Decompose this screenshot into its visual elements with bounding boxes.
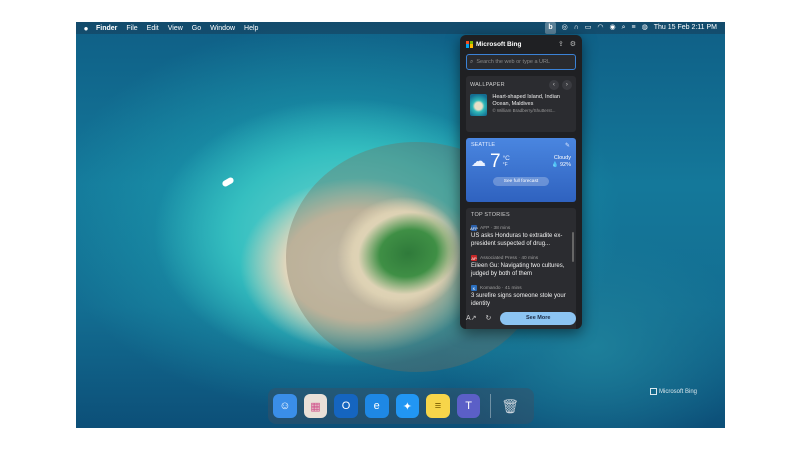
launchpad-icon[interactable]: ▦ [303, 394, 328, 418]
stories-scrollbar[interactable] [572, 232, 574, 262]
weather-condition: Cloudy [553, 155, 571, 161]
menu-view[interactable]: View [168, 25, 183, 32]
unit-fahrenheit[interactable]: °F [503, 162, 510, 168]
ap-source-icon: AP [471, 255, 477, 261]
story-item[interactable]: AFP AFP · 38 mins US asks Honduras to ex… [470, 225, 571, 248]
wallpaper-card[interactable]: WALLPAPER ‹ › Heart-shaped Island, India… [466, 76, 576, 132]
chevron-right-icon[interactable]: › [562, 80, 572, 90]
wallpaper-label: WALLPAPER [470, 82, 505, 88]
afp-source-icon: AFP [470, 225, 478, 231]
share-icon[interactable]: ⇪ [558, 40, 564, 48]
pin-icon[interactable]: ✎ [565, 142, 570, 149]
panel-title: Microsoft Bing [476, 40, 522, 48]
menu-window[interactable]: Window [210, 25, 235, 32]
user-icon[interactable]: ◉ [609, 22, 615, 34]
refresh-icon[interactable]: ↻ [486, 314, 492, 322]
status-area: b ◎ ∩ ▭ ◠ ◉ ⌕ ≡ ◍ Thu 15 Feb 2:11 PM [545, 22, 717, 34]
wallpaper-title[interactable]: Heart-shaped Island, Indian Ocean, Maldi… [492, 94, 572, 107]
story-source: AFP · 38 mins [480, 225, 511, 231]
search-input[interactable] [476, 59, 572, 65]
search-field-icon: ⌕ [470, 58, 474, 65]
siri-icon[interactable]: ◍ [642, 22, 648, 34]
menu-bar: ● Finder File Edit View Go Window Help b… [76, 22, 725, 34]
boat [221, 176, 235, 188]
wallpaper-thumbnail[interactable] [470, 94, 488, 116]
story-title[interactable]: 3 surefire signs someone stole your iden… [471, 293, 571, 308]
bing-watermark: Microsoft Bing [649, 388, 697, 395]
apple-menu-icon[interactable]: ● [76, 24, 96, 33]
headphones-icon[interactable]: ∩ [574, 22, 579, 34]
search-icon[interactable]: ⌕ [622, 22, 626, 34]
wifi-icon[interactable]: ◠ [597, 22, 603, 34]
control-center-icon[interactable]: ≡ [632, 22, 636, 34]
see-full-forecast-button[interactable]: See full forecast [493, 177, 549, 186]
menu-finder[interactable]: Finder [96, 25, 117, 32]
watermark-logo-icon [649, 388, 657, 395]
dock-separator [490, 394, 492, 418]
weather-humidity: 💧 92% [551, 162, 571, 168]
top-stories-label: TOP STORIES [471, 212, 510, 218]
story-item[interactable]: AP Associated Press · 40 mins Eileen Gu:… [471, 255, 571, 278]
menu-help[interactable]: Help [244, 25, 258, 32]
edge-icon[interactable]: e [364, 394, 389, 418]
text-size-icon[interactable]: A↗ [466, 314, 477, 322]
story-source: Komando · 41 mins [480, 285, 522, 291]
story-title[interactable]: US asks Honduras to extradite ex-preside… [471, 233, 571, 248]
desktop-wallpaper: ● Finder File Edit View Go Window Help b… [76, 22, 725, 428]
notes-icon[interactable]: ≡ [426, 394, 450, 418]
trash-icon[interactable]: 🗑 [498, 394, 522, 418]
battery-icon[interactable]: ▭ [585, 22, 592, 34]
weather-card[interactable]: SEATTLE ✎ ☁ 7 °C °F Cloudy 💧 92% See ful… [466, 138, 576, 202]
skype-icon[interactable]: ◎ [562, 22, 568, 34]
search-box[interactable]: ⌕ [466, 54, 576, 70]
dock: ☺ ▦ O e ✦ ≡ T 🗑 [268, 388, 534, 424]
komando-source-icon: K [471, 285, 477, 291]
weather-temperature: 7 [490, 151, 501, 172]
story-title[interactable]: Eileen Gu: Navigating two cultures, judg… [471, 263, 571, 278]
teams-icon[interactable]: T [456, 394, 481, 418]
bing-status-icon[interactable]: b [545, 22, 556, 34]
outlook-icon[interactable]: O [334, 394, 358, 418]
microsoft-logo-icon [466, 40, 473, 48]
cloud-sun-icon: ☁ [471, 153, 486, 170]
wallpaper-credit: © William Bradberry/Shutterst... [492, 108, 556, 113]
menu-file[interactable]: File [126, 25, 137, 32]
menu-edit[interactable]: Edit [147, 25, 159, 32]
story-item[interactable]: K Komando · 41 mins 3 surefire signs som… [471, 285, 571, 308]
finder-icon[interactable]: ☺ [273, 394, 297, 418]
menu-go[interactable]: Go [192, 25, 201, 32]
story-source: Associated Press · 40 mins [480, 255, 539, 261]
watermark-text: Microsoft Bing [658, 388, 697, 395]
weather-city: SEATTLE [471, 142, 496, 148]
see-more-button[interactable]: See More [500, 311, 576, 325]
chevron-left-icon[interactable]: ‹ [549, 80, 559, 90]
bing-panel: Microsoft Bing ⇪ ⚙ ⌕ WALLPAPER ‹ › [460, 35, 582, 329]
panel-footer: A↗ ↻ See More [460, 307, 582, 329]
gear-icon[interactable]: ⚙ [570, 40, 576, 48]
panel-header: Microsoft Bing ⇪ ⚙ [460, 35, 582, 53]
safari-icon[interactable]: ✦ [395, 394, 420, 418]
clock-text[interactable]: Thu 15 Feb 2:11 PM [654, 22, 717, 34]
